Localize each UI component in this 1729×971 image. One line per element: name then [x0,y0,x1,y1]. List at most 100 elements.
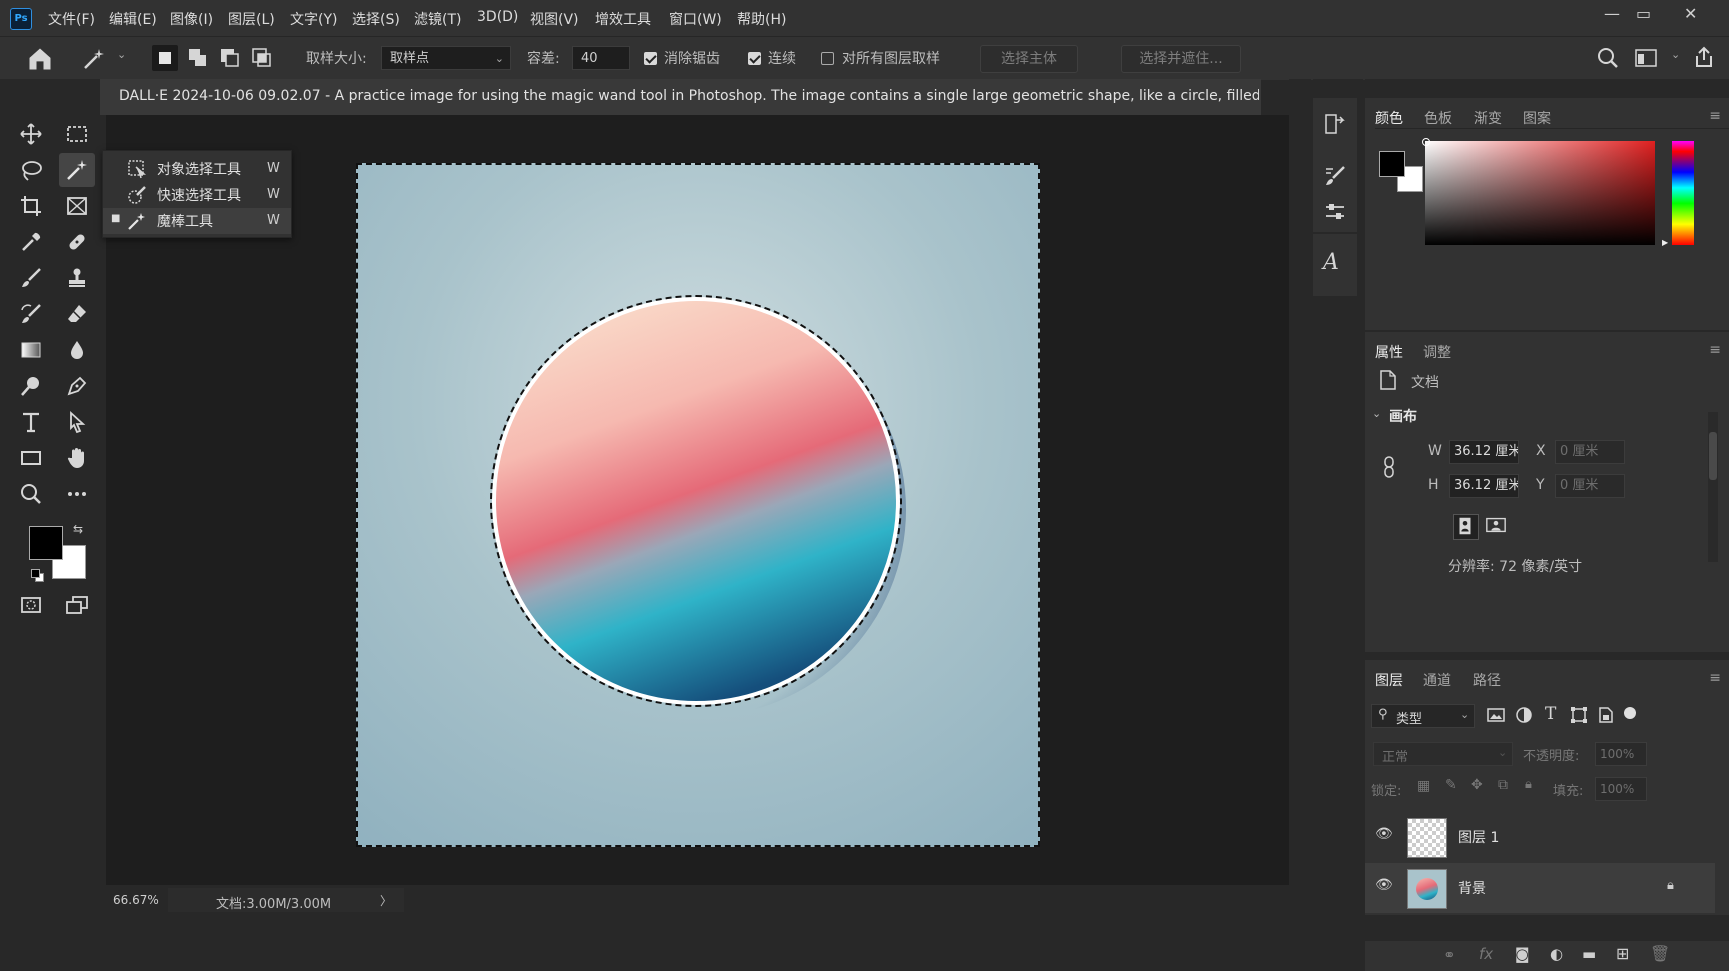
frame-tool-icon[interactable] [62,191,92,221]
flyout-item-magic-wand[interactable]: ■ 魔棒工具 W [103,208,291,234]
tab-paths[interactable]: 路径 [1473,670,1501,690]
lock-pixels-icon[interactable]: ▦ [1417,778,1430,794]
intersect-selection-icon[interactable] [250,46,274,70]
tab-channels[interactable]: 通道 [1423,670,1451,690]
eye-icon[interactable]: 👁︎ [1375,826,1393,842]
home-icon[interactable] [26,45,54,73]
menu-edit[interactable]: 编辑(E) [109,9,157,29]
tab-swatches[interactable]: 色板 [1424,108,1452,128]
flyout-item-quick-select[interactable]: 快速选择工具 W [103,182,291,208]
eye-icon[interactable]: 👁︎ [1375,877,1393,893]
flyout-item-object-select[interactable]: 对象选择工具 W [103,156,291,182]
swap-colors-icon[interactable]: ⇆ [73,522,83,536]
character-panel-icon[interactable]: A [1323,250,1347,278]
move-tool-icon[interactable] [16,119,46,149]
add-mask-icon[interactable]: ◙ [1515,945,1530,963]
clone-stamp-tool-icon[interactable] [62,263,92,293]
opacity-input[interactable]: 100% [1595,742,1647,766]
hue-slider[interactable] [1672,141,1694,245]
workspace-icon[interactable] [1634,47,1658,69]
layer-name[interactable]: 背景 [1458,878,1486,898]
sample-size-select[interactable]: 取样点 ⌄ [381,46,511,70]
new-adjustment-icon[interactable]: ◐ [1550,945,1563,963]
menu-layer[interactable]: 图层(L) [228,9,275,29]
link-icon[interactable] [1381,455,1397,479]
gradient-tool-icon[interactable] [16,335,46,365]
contiguous-checkbox[interactable] [748,52,761,65]
pen-tool-icon[interactable] [62,371,92,401]
portrait-orientation-icon[interactable] [1453,514,1479,540]
new-group-icon[interactable]: ▬ [1582,945,1596,963]
healing-brush-tool-icon[interactable] [62,227,92,257]
minimize-button[interactable]: — [1604,4,1620,23]
document-tab[interactable]: DALL·E 2024-10-06 09.02.07 - A practice … [100,79,1261,115]
chevron-down-icon[interactable]: ⌄ [117,48,126,61]
properties-scrollbar[interactable] [1708,412,1718,562]
rectangle-tool-icon[interactable] [16,443,46,473]
status-info-box[interactable]: 文档:3.00M/3.00M [168,888,404,912]
lock-all-icon[interactable]: 🔒︎ [1525,777,1532,792]
hue-slider-handle-icon[interactable]: ▶ [1662,238,1668,247]
filter-adjustment-icon[interactable] [1515,706,1533,724]
quick-mask-icon[interactable] [16,590,46,620]
brush-settings-icon[interactable] [1323,164,1347,188]
zoom-tool-icon[interactable] [16,479,46,509]
y-input[interactable]: 0 厘米 [1555,474,1625,498]
blur-tool-icon[interactable] [62,335,92,365]
tab-layers[interactable]: 图层 [1375,670,1403,690]
menu-select[interactable]: 选择(S) [352,9,400,29]
menu-image[interactable]: 图像(I) [170,9,213,29]
menu-3d[interactable]: 3D(D) [477,9,518,25]
sample-all-layers-checkbox[interactable] [821,52,834,65]
panel-menu-icon[interactable]: ≡ [1709,670,1721,686]
tolerance-input[interactable]: 40 [572,46,630,70]
scrollbar-thumb[interactable] [1709,432,1717,480]
filter-type-icon[interactable]: T [1545,704,1556,724]
add-selection-icon[interactable] [186,46,210,70]
x-input[interactable]: 0 厘米 [1555,440,1625,464]
filter-pixel-icon[interactable] [1487,706,1505,724]
menu-help[interactable]: 帮助(H) [737,9,786,29]
filter-smart-object-icon[interactable] [1597,706,1615,724]
lock-image-icon[interactable]: ✎ [1445,777,1457,793]
eraser-tool-icon[interactable] [62,299,92,329]
color-foreground-swatch[interactable] [1379,151,1405,177]
lock-position-icon[interactable]: ✥ [1471,777,1483,793]
magic-wand-tool-icon[interactable] [59,153,95,187]
tool-preset-icon[interactable] [82,47,108,73]
select-subject-button[interactable]: 选择主体 [980,45,1078,73]
fill-input[interactable]: 100% [1595,777,1647,801]
layer-row[interactable]: 👁︎ 背景 🔒︎ [1365,863,1715,913]
search-icon[interactable] [1596,46,1620,70]
eyedropper-tool-icon[interactable] [16,227,46,257]
share-icon[interactable] [1692,45,1716,69]
layer-filter-select[interactable]: ⚲ 类型 ⌄ [1371,704,1475,728]
antialias-checkbox[interactable] [644,52,657,65]
marquee-tool-icon[interactable] [62,119,92,149]
lock-artboard-icon[interactable]: ⧉ [1498,777,1508,793]
menu-file[interactable]: 文件(F) [48,9,95,29]
close-button[interactable]: ✕ [1684,4,1697,23]
landscape-orientation-icon[interactable] [1485,514,1509,538]
status-menu-arrow-icon[interactable]: 〉 [380,892,392,909]
delete-layer-icon[interactable]: 🗑︎ [1650,944,1670,963]
chevron-down-icon[interactable]: ⌄ [1372,407,1381,420]
brush-tool-icon[interactable] [16,263,46,293]
foreground-color-swatch[interactable] [29,526,63,560]
more-tools-icon[interactable] [62,479,92,509]
zoom-level[interactable]: 66.67% [113,893,159,907]
menu-type[interactable]: 文字(Y) [290,9,337,29]
tab-properties[interactable]: 属性 [1375,342,1403,362]
default-colors-icon[interactable] [31,569,44,582]
lasso-tool-icon[interactable] [16,155,46,185]
dodge-tool-icon[interactable] [16,371,46,401]
fx-icon[interactable]: fx [1479,945,1493,963]
menu-filter[interactable]: 滤镜(T) [414,9,461,29]
color-picker-field[interactable] [1422,138,1655,245]
history-brush-tool-icon[interactable] [16,299,46,329]
adjustments-icon[interactable] [1323,200,1347,224]
menu-view[interactable]: 视图(V) [530,9,579,29]
crop-tool-icon[interactable] [16,191,46,221]
tab-patterns[interactable]: 图案 [1523,108,1551,128]
new-selection-icon[interactable] [152,45,178,71]
